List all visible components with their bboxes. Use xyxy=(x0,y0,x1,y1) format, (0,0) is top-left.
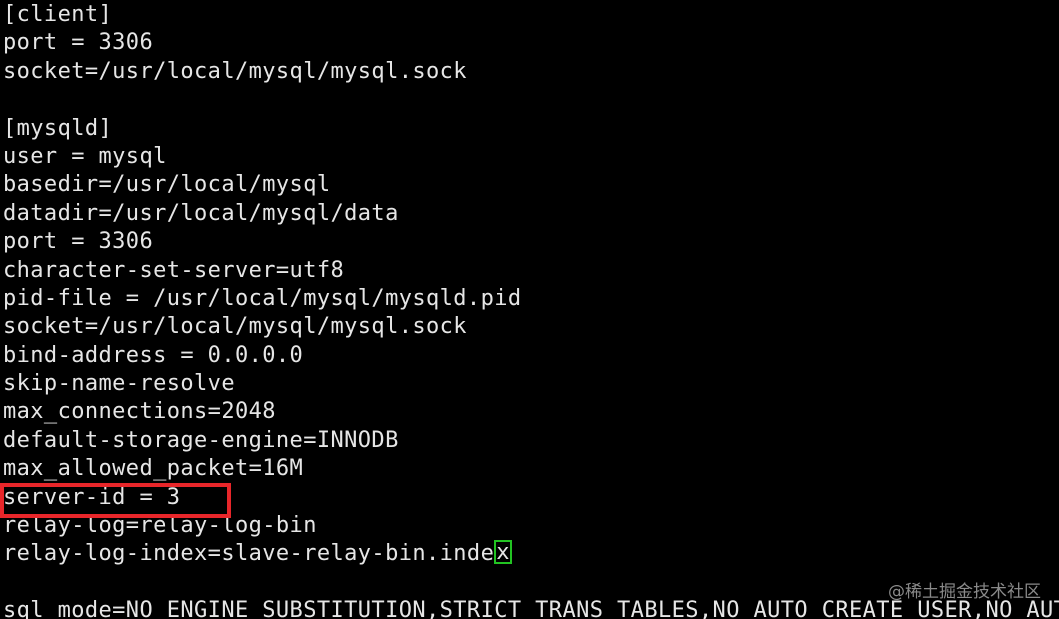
config-line: user = mysql xyxy=(3,143,167,169)
config-line: default-storage-engine=INNODB xyxy=(3,427,399,453)
config-line: skip-name-resolve xyxy=(3,371,235,397)
config-line: character-set-server=utf8 xyxy=(3,257,345,283)
red-highlight-box xyxy=(0,483,231,518)
config-line: port = 3306 xyxy=(3,229,154,255)
config-file-content[interactable]: [client] port = 3306 socket=/usr/local/m… xyxy=(3,1,1059,619)
watermark: @稀土掘金技术社区 xyxy=(888,582,1041,602)
config-line-text: relay-log-index=slave-relay-bin.inde xyxy=(3,541,495,567)
config-line: datadir=/usr/local/mysql/data xyxy=(3,200,399,226)
config-line: max_allowed_packet=16M xyxy=(3,456,304,482)
config-line: socket=/usr/local/mysql/mysql.sock xyxy=(3,314,467,340)
config-line: socket=/usr/local/mysql/mysql.sock xyxy=(3,58,467,84)
config-line-with-cursor: relay-log-index=slave-relay-bin.index xyxy=(3,540,1059,568)
terminal-window[interactable]: [client] port = 3306 socket=/usr/local/m… xyxy=(0,0,1059,619)
config-line: pid-file = /usr/local/mysql/mysqld.pid xyxy=(3,285,522,311)
config-line: port = 3306 xyxy=(3,30,154,56)
text-cursor: x xyxy=(494,540,512,566)
config-line xyxy=(3,86,1059,114)
config-line: max_connections=2048 xyxy=(3,399,276,425)
config-line: [client] xyxy=(3,2,113,27)
config-line: bind-address = 0.0.0.0 xyxy=(3,342,304,368)
config-line: [mysqld] xyxy=(3,115,113,141)
config-line: basedir=/usr/local/mysql xyxy=(3,172,331,198)
